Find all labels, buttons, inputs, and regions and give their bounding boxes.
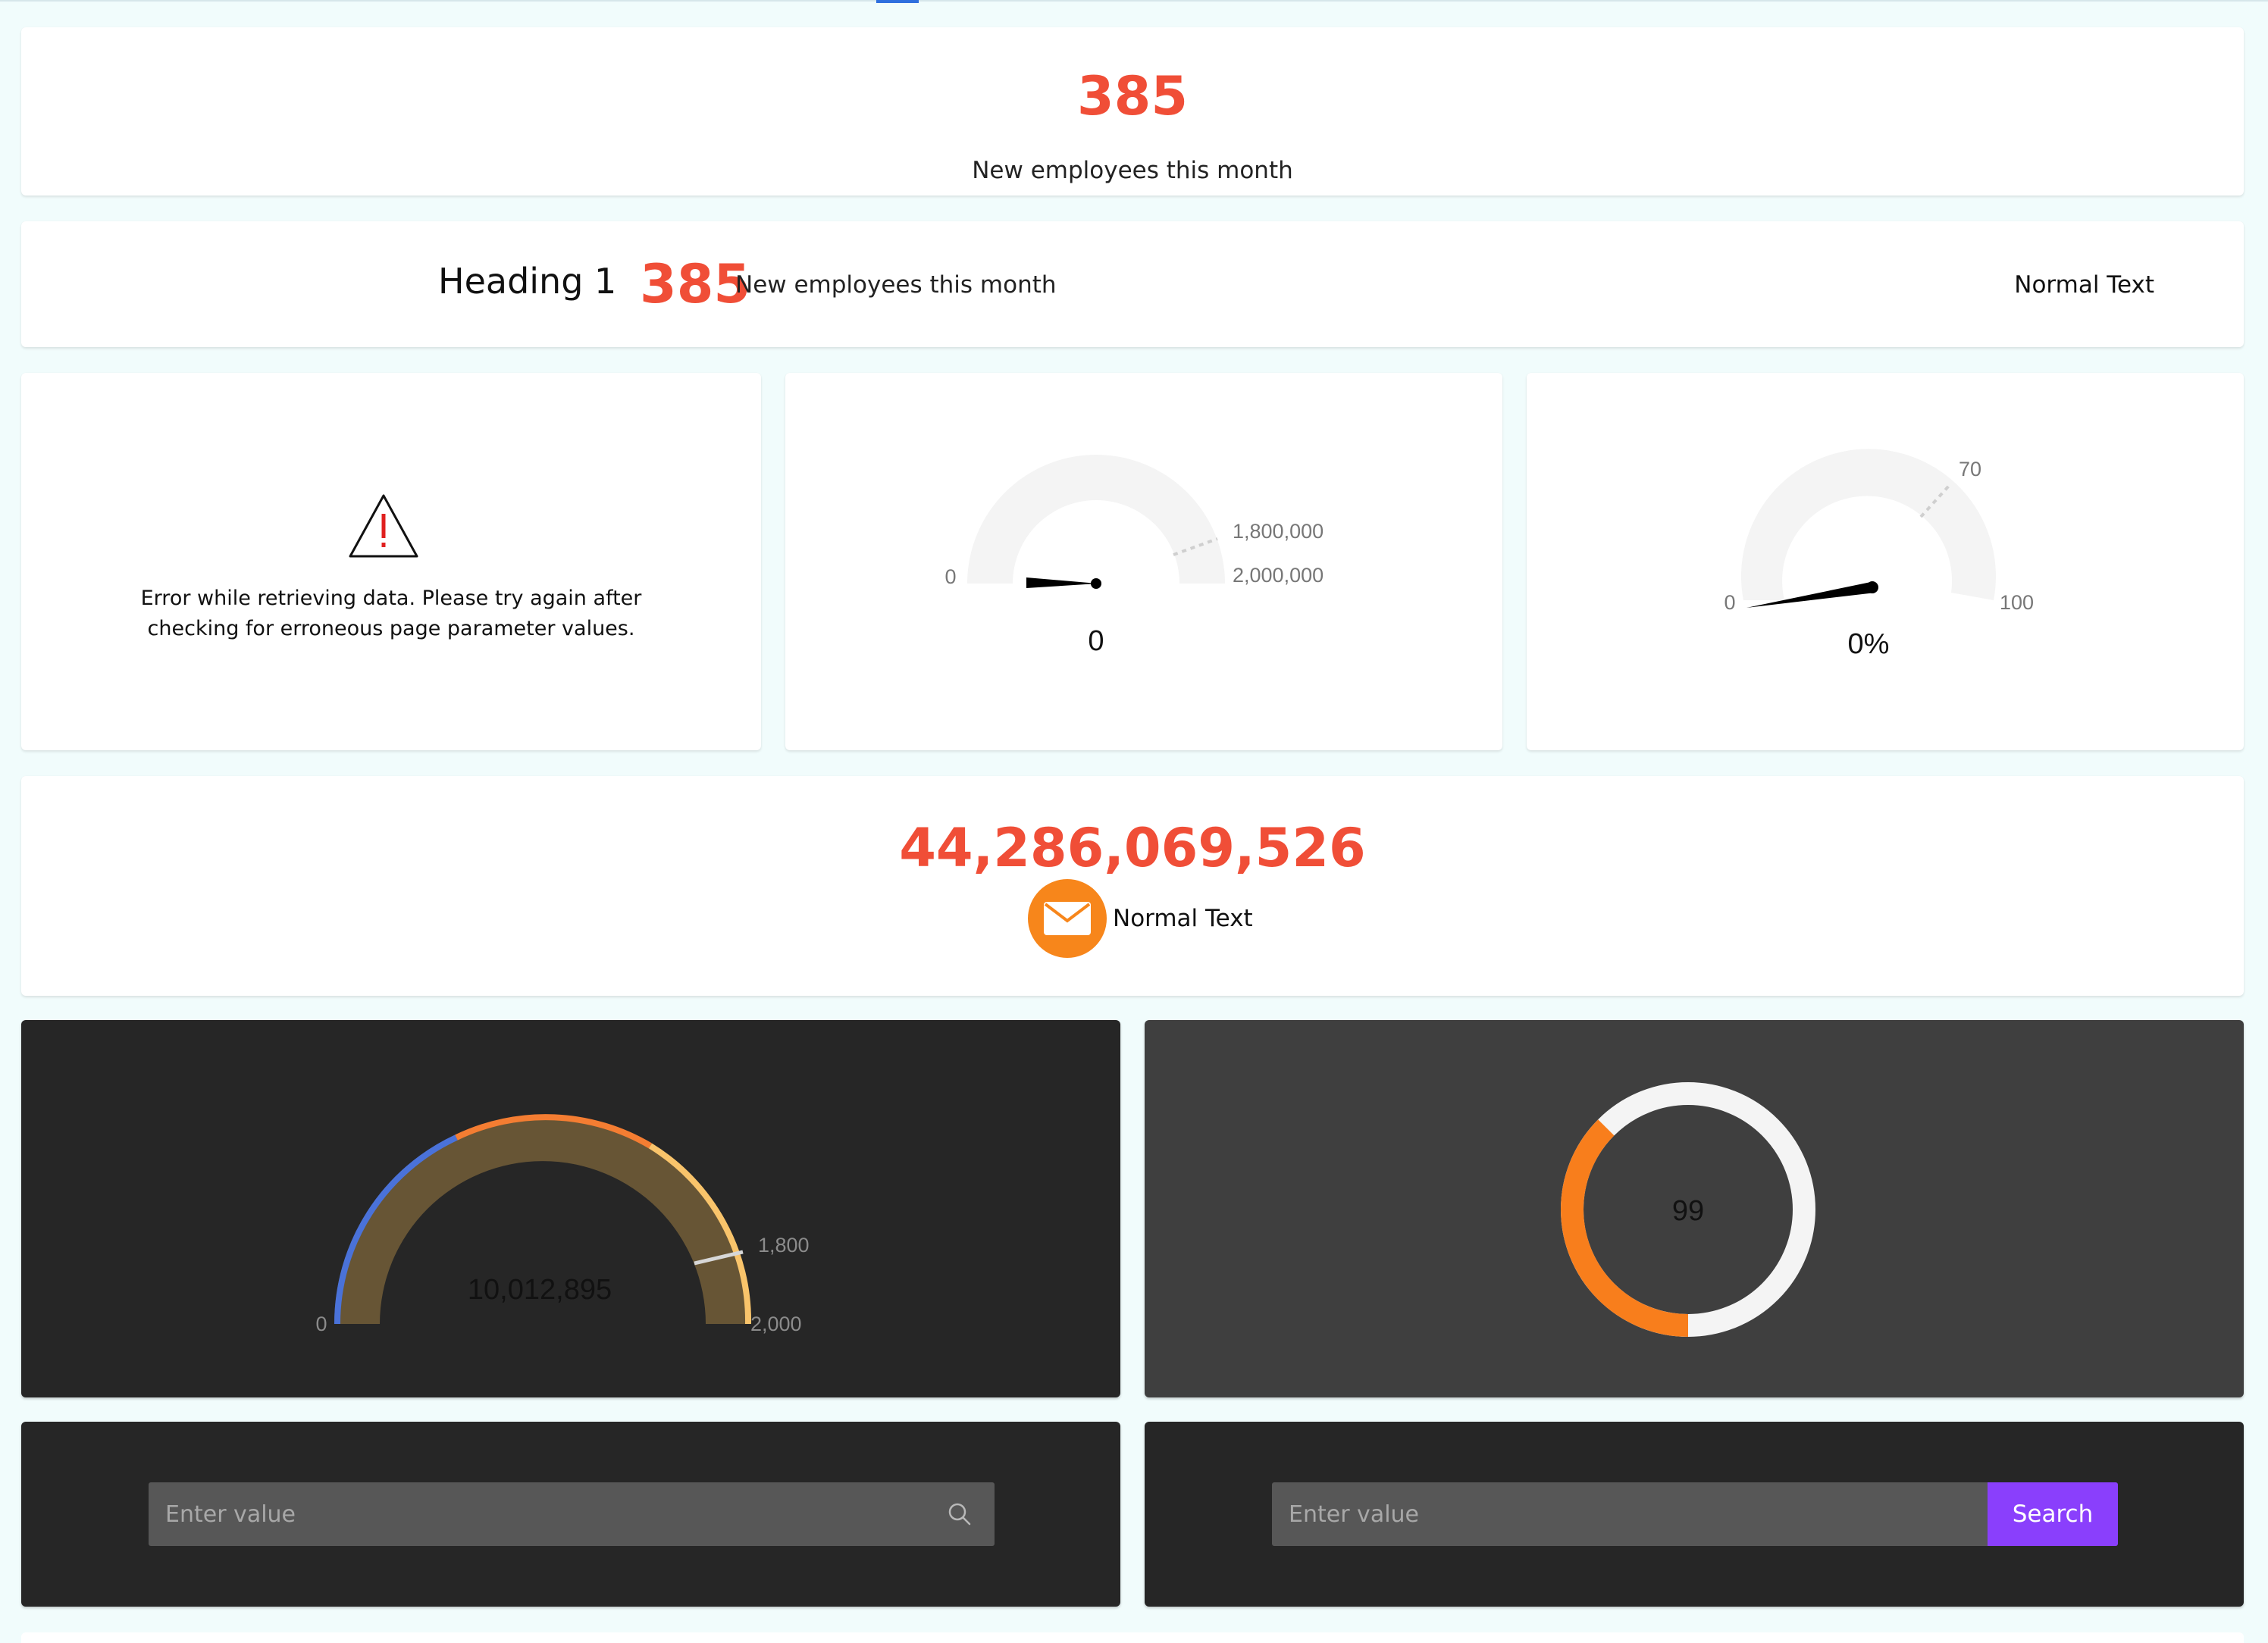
total-label: Normal Text (1113, 905, 1253, 932)
ring-gauge-card: 99 (1145, 1020, 2244, 1397)
gauge-two-min-label: 0 (1724, 591, 1735, 614)
ring-gauge-value: 99 (1672, 1195, 1704, 1227)
inline-kpi-value: 385 (640, 253, 751, 315)
normal-text: Normal Text (2014, 271, 2154, 299)
gauge-two-chart: 0 70 100 0% (1724, 449, 2034, 660)
search-card-two: Search (1145, 1422, 2244, 1607)
ring-gauge-fill (1561, 1119, 1689, 1337)
kpi-value: 385 (1076, 65, 1189, 127)
total-value: 44,286,069,526 (899, 817, 1366, 879)
gauge-one-value: 0 (1088, 625, 1104, 657)
total-card: 44,286,069,526 Normal Text (21, 776, 2244, 996)
active-tab-indicator (876, 0, 919, 3)
error-message-line-2: checking for erroneous page parameter va… (147, 617, 635, 640)
warning-triangle-icon (349, 494, 418, 558)
gauge-two-needle-hub (1866, 581, 1878, 593)
kpi-card: 385 New employees this month (21, 27, 2244, 196)
dark-gauge-value: 10,012,895 (468, 1274, 612, 1306)
kpi-label: New employees this month (972, 157, 1293, 184)
mail-icon (1028, 879, 1107, 958)
gauge-card-one: 0 1,800,000 2,000,000 0 (785, 373, 1502, 750)
error-message-line-1: Error while retrieving data. Please try … (140, 587, 642, 610)
dark-gauge-card: 0 1,800 2,000 10,012,895 (21, 1020, 1120, 1397)
gauge-one-track (967, 455, 1225, 584)
heading-1: Heading 1 (438, 261, 617, 302)
gauge-one-min-label: 0 (944, 565, 956, 588)
gauge-two-target-label: 70 (1959, 458, 1981, 480)
gauge-one-max-label: 2,000,000 (1233, 564, 1324, 587)
error-card: Error while retrieving data. Please try … (21, 373, 761, 750)
inline-kpi-label: New employees this month (735, 271, 1057, 299)
gauge-card-two: 0 70 100 0% (1527, 373, 2244, 750)
gauge-two-track (1741, 449, 1996, 600)
inline-kpi-card: Heading 1 385 New employees this month N… (21, 221, 2244, 347)
dark-gauge-chart: 0 1,800 2,000 10,012,895 (315, 1114, 810, 1335)
dark-gauge-min-label: 0 (315, 1313, 327, 1335)
gauge-two-value: 0% (1848, 628, 1890, 660)
gauge-two-max-label: 100 (2000, 591, 2034, 614)
ring-gauge-chart: 99 (1561, 1082, 1815, 1337)
gauge-one-needle (1026, 577, 1098, 588)
search-input-one[interactable] (149, 1482, 995, 1546)
search-icon[interactable] (948, 1502, 972, 1526)
gauge-one-needle-hub (1091, 578, 1101, 589)
search-card-one (21, 1422, 1120, 1607)
dark-gauge-target-label: 1,800 (758, 1234, 810, 1257)
dark-gauge-max-label: 2,000 (750, 1313, 802, 1335)
search-button[interactable]: Search (1988, 1482, 2118, 1546)
gauge-one-target-label: 1,800,000 (1233, 520, 1324, 543)
search-input-two[interactable] (1272, 1482, 1988, 1546)
top-border (0, 0, 2268, 2)
error-message: Error while retrieving data. Please try … (52, 584, 731, 644)
gauge-one-chart: 0 1,800,000 2,000,000 0 (944, 455, 1324, 657)
